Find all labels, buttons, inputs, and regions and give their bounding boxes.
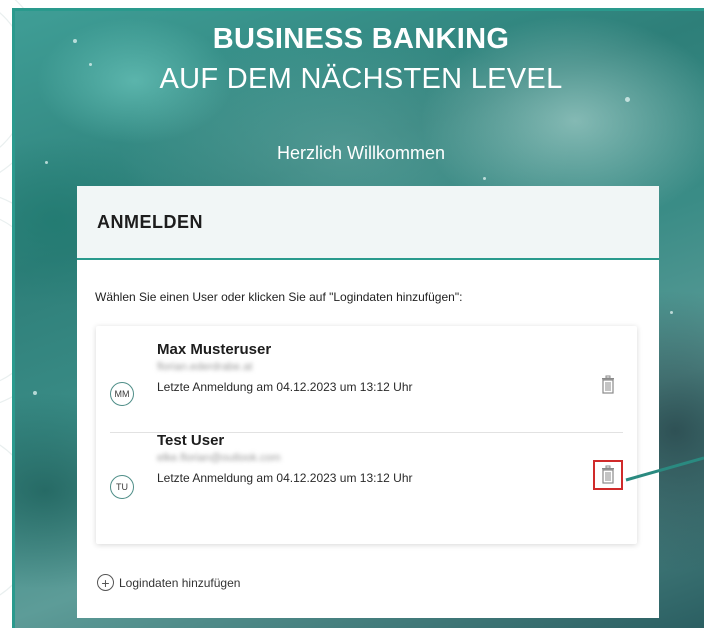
user-email: florian.ederdrabe.at [157,361,253,373]
hero-title-bold: BUSINESS BANKING [212,23,510,55]
user-list: MM Max Musteruser florian.ederdrabe.at L… [96,326,637,544]
user-item-test-user[interactable]: TU Test User elke.florian@outlook.com Le… [96,432,637,532]
hero-title-light: AUF DEM NÄCHSTEN LEVEL [159,63,563,95]
last-login-text: Letzte Anmeldung am 04.12.2023 um 13:12 … [157,380,413,394]
avatar: MM [110,382,134,406]
delete-user-button-highlighted[interactable] [593,460,623,490]
login-instructions: Wählen Sie einen User oder klicken Sie a… [95,290,463,304]
avatar: TU [110,475,134,499]
add-login-button[interactable]: + Logindaten hinzufügen [97,574,240,591]
hero-frame: BUSINESS BANKING AUF DEM NÄCHSTEN LEVEL … [12,8,704,628]
login-card-header: ANMELDEN [77,186,659,260]
user-name: Test User [157,432,225,449]
welcome-text: Herzlich Willkommen [276,143,446,163]
login-card: ANMELDEN Wählen Sie einen User oder klic… [77,186,659,618]
user-name: Max Musteruser [157,341,272,358]
login-title: ANMELDEN [97,211,203,232]
trash-icon [602,375,614,394]
add-login-label: Logindaten hinzufügen [119,575,241,590]
trash-icon [602,465,614,484]
user-email: elke.florian@outlook.com [157,452,281,464]
delete-user-button[interactable] [593,370,623,400]
user-item-max-musteruser[interactable]: MM Max Musteruser florian.ederdrabe.at L… [96,336,637,434]
last-login-text: Letzte Anmeldung am 04.12.2023 um 13:12 … [157,471,413,485]
plus-circle-icon: + [97,574,114,591]
